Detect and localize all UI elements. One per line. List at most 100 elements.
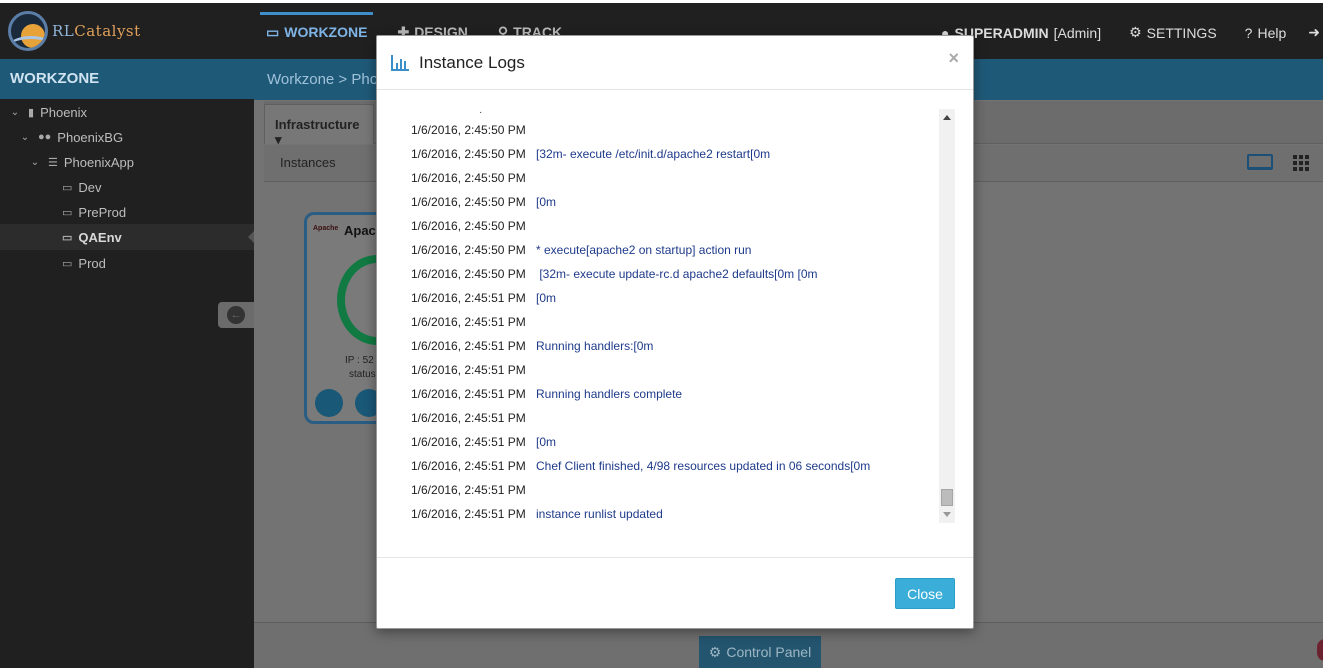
- log-line: 1/6/2016, 2:45:51 PM [0m: [411, 430, 931, 454]
- tree-item-dev[interactable]: ▭ Dev: [0, 174, 254, 200]
- users-icon: ●●: [38, 131, 52, 143]
- sidebar-title: WORKZONE: [0, 59, 254, 99]
- tree-item-label: PhoenixApp: [63, 154, 134, 170]
- sidebar-collapse-button[interactable]: ←: [218, 302, 254, 328]
- tree-item-label: PreProd: [78, 204, 127, 220]
- instance-status: status: [349, 369, 376, 380]
- log-message: Running handlers:[0m: [536, 339, 654, 353]
- log-line: 1/6/2016, 2:45:51 PM: [411, 310, 931, 334]
- view-toggle: [1247, 152, 1309, 171]
- log-line: 1/6/2016, 2:45:51 PM: [411, 478, 931, 502]
- log-line: 1/6/2016, 2:45:50 PM: [411, 214, 931, 238]
- gear-icon: ⚙: [1129, 24, 1142, 40]
- tab-infrastructure[interactable]: Infrastructure ▾: [264, 104, 374, 147]
- settings-link[interactable]: ⚙ SETTINGS: [1129, 24, 1217, 41]
- gears-icon: ⚙: [708, 643, 722, 660]
- close-icon[interactable]: ×: [948, 48, 959, 69]
- log-list: 1/6/2016, 2:45:50 PM 1/6/2016, 2:45:50 PM…: [411, 118, 931, 523]
- control-panel-button[interactable]: ⚙ Control Panel: [699, 636, 821, 668]
- monitor-icon: ▭: [62, 181, 73, 194]
- help-link[interactable]: ? Help: [1245, 25, 1287, 41]
- log-line: 1/6/2016, 2:45:50 PM: [411, 118, 931, 142]
- chevron-down-icon[interactable]: ⌄: [8, 107, 22, 118]
- modal-footer: Close: [377, 557, 973, 629]
- log-timestamp: 1/6/2016, 2:45:50 PM: [411, 123, 526, 137]
- control-panel-label: Control Panel: [726, 644, 812, 660]
- log-message: [0m: [536, 195, 557, 209]
- chevron-down-icon[interactable]: ⌄: [18, 132, 32, 143]
- log-message: Chef Client finished, 4/98 resources upd…: [536, 459, 871, 473]
- log-scrollbar[interactable]: [939, 109, 955, 523]
- server-icon: ☰: [48, 156, 58, 169]
- bar-chart-icon: [391, 54, 409, 71]
- log-viewer[interactable]: · 1/6/2016, 2:45:50 PM 1/6/2016, 2:45:50 …: [397, 109, 955, 523]
- log-line: 1/6/2016, 2:45:50 PM [32m- execute updat…: [411, 262, 931, 286]
- nav-workzone-label: WORKZONE: [284, 24, 368, 40]
- tree-item-phoenixbg[interactable]: ⌄ ●● PhoenixBG: [0, 124, 254, 150]
- laptop-icon[interactable]: [1247, 154, 1273, 170]
- tree-item-qaenv[interactable]: ▭ QAEnv: [0, 224, 254, 250]
- apache-logo: Apache: [313, 225, 339, 232]
- logo-mark-icon: [8, 11, 48, 51]
- log-line: 1/6/2016, 2:45:50 PM: [411, 166, 931, 190]
- chat-badge[interactable]: [1317, 639, 1323, 661]
- log-message: [32m- execute /etc/init.d/apache2 restar…: [536, 147, 771, 161]
- log-message: instance runlist updated: [536, 507, 663, 521]
- settings-label: SETTINGS: [1146, 24, 1217, 41]
- user-role: [Admin]: [1053, 24, 1102, 41]
- card-actions: [315, 389, 383, 417]
- log-timestamp: 1/6/2016, 2:45:51 PM: [411, 435, 526, 449]
- close-button[interactable]: Close: [895, 578, 955, 609]
- monitor-icon: ▭: [62, 206, 73, 219]
- tree-item-label: Phoenix: [40, 104, 88, 120]
- log-message: [32m- execute update-rc.d apache2 defaul…: [536, 267, 818, 281]
- instance-ip: IP : 52: [345, 355, 374, 366]
- log-timestamp: 1/6/2016, 2:45:51 PM: [411, 363, 526, 377]
- log-timestamp: 1/6/2016, 2:45:50 PM: [411, 147, 526, 161]
- log-line: 1/6/2016, 2:45:51 PM: [411, 358, 931, 382]
- log-timestamp: 1/6/2016, 2:45:50 PM: [411, 243, 526, 257]
- log-line: 1/6/2016, 2:45:50 PM [0m: [411, 190, 931, 214]
- log-line: 1/6/2016, 2:45:50 PM * execute[apache2 on…: [411, 238, 931, 262]
- tree-item-label: Dev: [78, 179, 102, 195]
- tree-item-prod[interactable]: ▭ Prod: [0, 250, 254, 276]
- tab-infrastructure-label: Infrastructure: [275, 117, 360, 132]
- credit-card-icon: ▭: [266, 23, 280, 40]
- question-icon: ?: [1244, 24, 1253, 41]
- chevron-down-icon[interactable]: ⌄: [28, 157, 42, 168]
- logout-button[interactable]: ➜: [1308, 24, 1320, 41]
- tree-item-phoenix[interactable]: ⌄ ▮ Phoenix: [0, 99, 254, 125]
- chef-icon[interactable]: [315, 389, 343, 417]
- log-timestamp: 1/6/2016, 2:45:51 PM: [411, 291, 526, 305]
- logo-prefix: RL: [52, 22, 75, 40]
- log-cut-text: ·: [479, 109, 483, 118]
- scroll-thumb[interactable]: [941, 489, 953, 506]
- log-line: 1/6/2016, 2:45:51 PM Running handlers com…: [411, 382, 931, 406]
- grid-icon[interactable]: [1293, 155, 1309, 171]
- nav-workzone[interactable]: ▭ WORKZONE: [260, 12, 374, 49]
- modal-header: Instance Logs: [377, 36, 973, 90]
- logo-text: RLCatalyst: [52, 22, 141, 40]
- help-label: Help: [1257, 24, 1287, 41]
- log-timestamp: 1/6/2016, 2:45:51 PM: [411, 387, 526, 401]
- log-timestamp: 1/6/2016, 2:45:51 PM: [411, 315, 526, 329]
- log-message: Running handlers complete: [536, 387, 683, 401]
- log-message: [0m: [536, 435, 557, 449]
- monitor-icon: ▭: [62, 231, 73, 244]
- tree-item-phoenixapp[interactable]: ⌄ ☰ PhoenixApp: [0, 149, 254, 175]
- sidebar: WORKZONE ⌄ ▮ Phoenix ⌄ ●● PhoenixBG ⌄ ☰ …: [0, 59, 254, 668]
- scroll-up-icon[interactable]: [943, 115, 951, 120]
- log-line: 1/6/2016, 2:45:51 PM Chef Client finished…: [411, 454, 931, 478]
- arrow-left-icon: ←: [227, 306, 245, 324]
- scroll-down-icon[interactable]: [943, 512, 951, 517]
- logo[interactable]: RLCatalyst: [8, 11, 141, 51]
- log-message: * execute[apache2 on startup] action run: [536, 243, 752, 257]
- instance-logs-modal: Instance Logs × · 1/6/2016, 2:45:50 PM 1/…: [376, 35, 974, 629]
- log-line: 1/6/2016, 2:45:51 PM Running handlers:[0m: [411, 334, 931, 358]
- log-timestamp: 1/6/2016, 2:45:50 PM: [411, 267, 526, 281]
- tab-instances[interactable]: Instances: [280, 155, 336, 170]
- instance-name: Apac: [344, 223, 376, 238]
- building-icon: ▮: [28, 106, 35, 119]
- tree-item-preprod[interactable]: ▭ PreProd: [0, 199, 254, 225]
- modal-title: Instance Logs: [419, 52, 525, 72]
